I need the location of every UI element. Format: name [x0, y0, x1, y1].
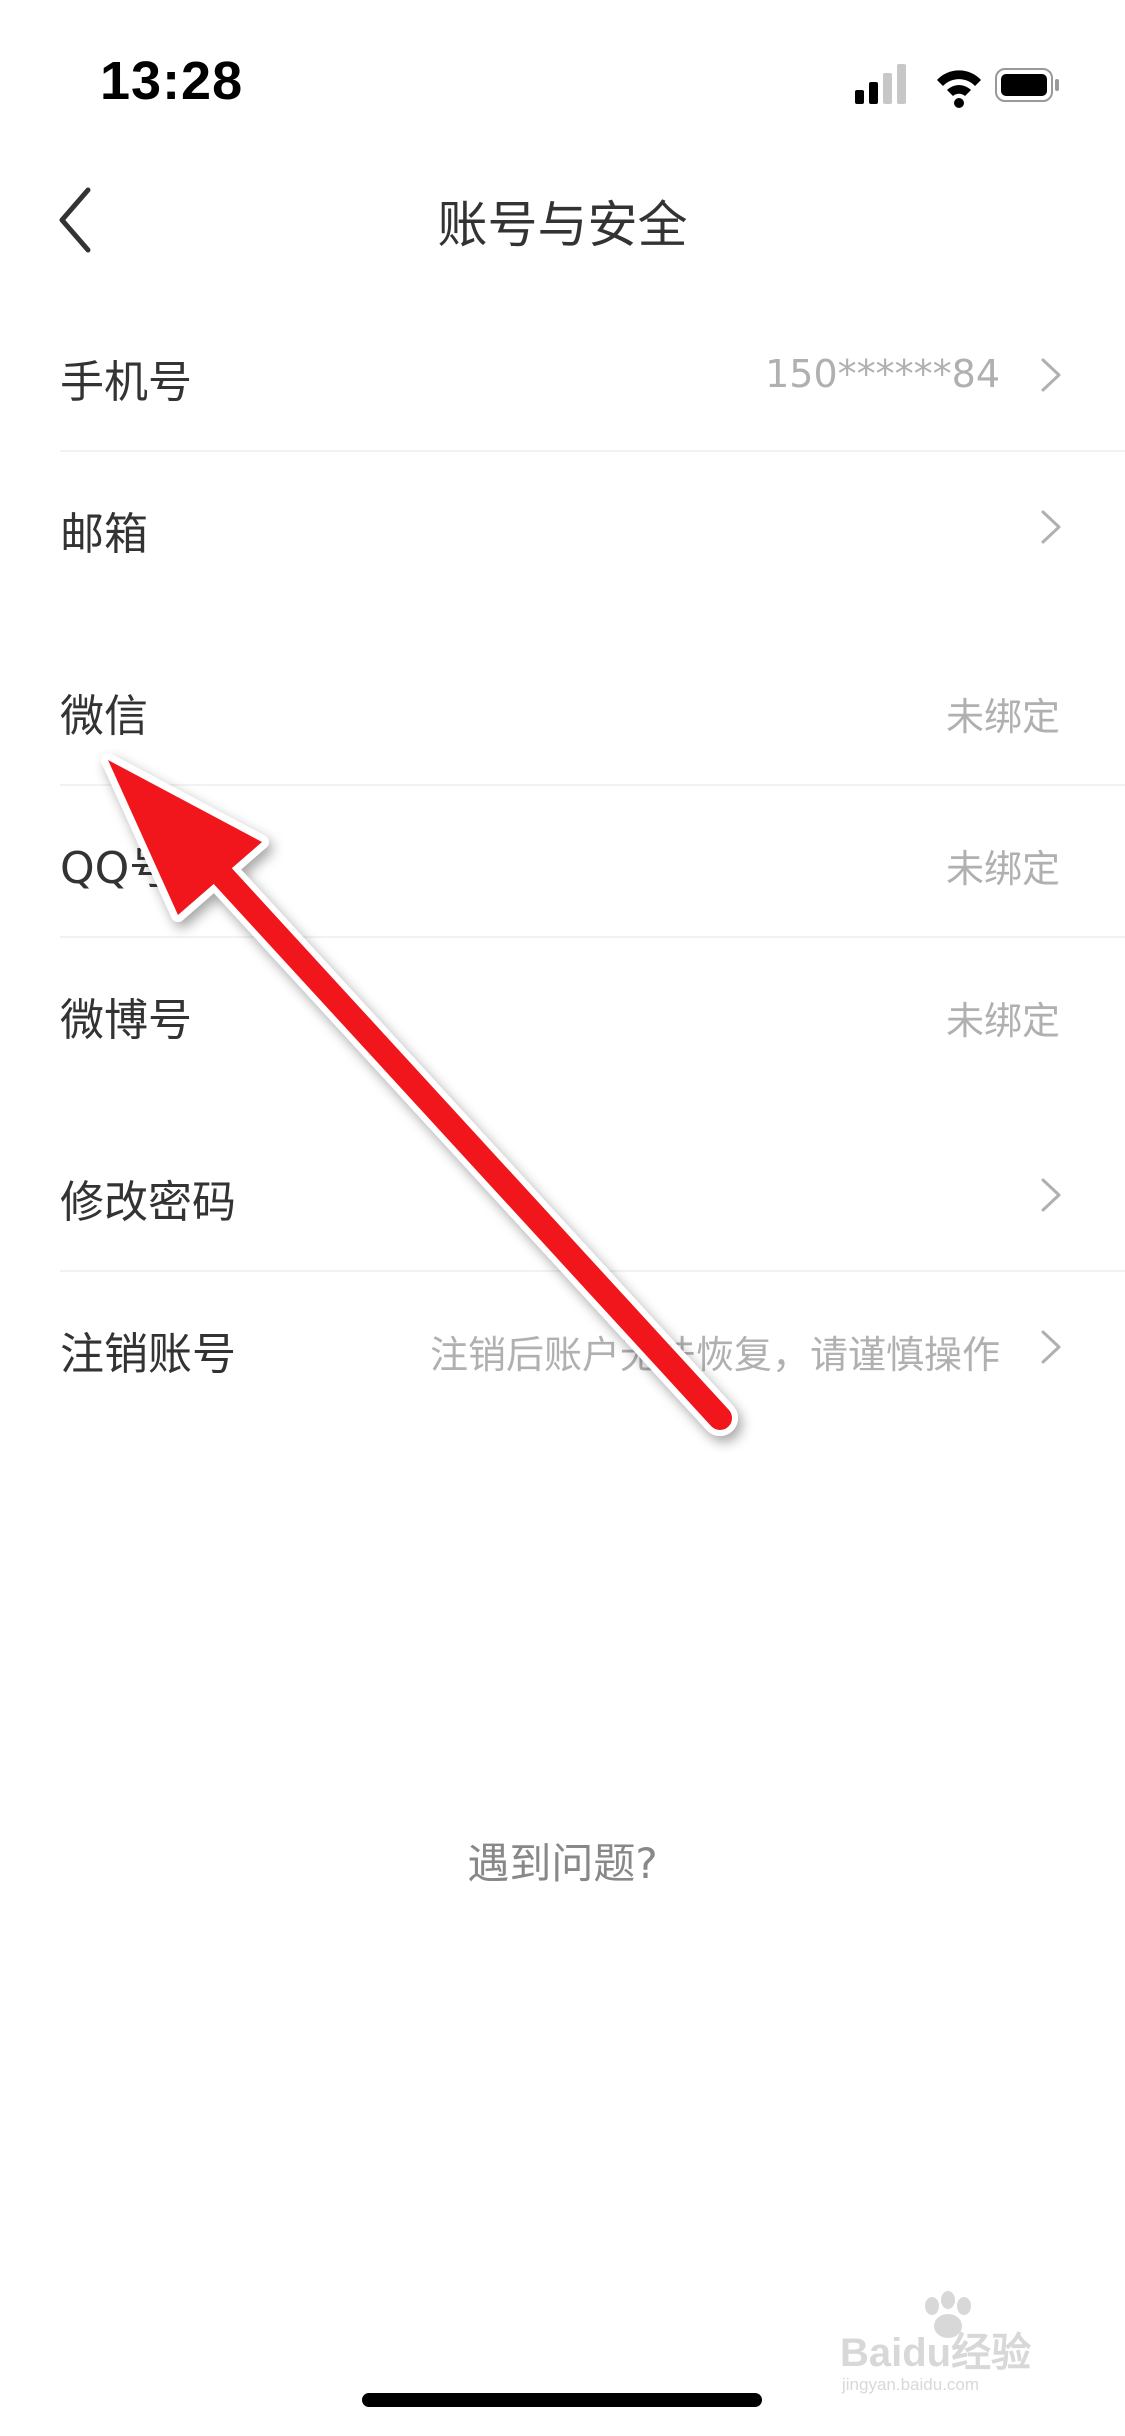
phone-row[interactable]: 手机号 150******84	[60, 300, 1125, 452]
home-indicator	[362, 2393, 762, 2407]
wifi-icon	[937, 70, 981, 108]
watermark-brand: Baidu经验	[840, 2331, 1031, 2375]
page-title: 账号与安全	[437, 196, 688, 254]
phone-label: 手机号	[60, 357, 192, 408]
email-row[interactable]: 邮箱	[60, 452, 1125, 602]
group-divider	[0, 1088, 1125, 1120]
status-time: 13:28	[100, 51, 244, 111]
group-divider	[0, 602, 1125, 634]
cancel-account-hint: 注销后账户无法恢复，请谨慎操作	[429, 1333, 1000, 1377]
weibo-label: 微博号	[60, 995, 192, 1046]
wechat-label: 微信	[60, 691, 148, 742]
qq-status: 未绑定	[945, 847, 1060, 891]
weibo-status: 未绑定	[945, 999, 1060, 1043]
chevron-right-icon	[1041, 358, 1061, 392]
weibo-row[interactable]: 微博号 未绑定	[60, 938, 1125, 1088]
change-password-label: 修改密码	[60, 1177, 236, 1228]
change-password-row[interactable]: 修改密码	[60, 1120, 1125, 1272]
chevron-right-icon	[1041, 1178, 1061, 1212]
chevron-right-icon	[1041, 1330, 1061, 1364]
cancel-account-label: 注销账号	[60, 1329, 236, 1380]
signal-bars-icon	[855, 64, 906, 104]
baidu-watermark: Baidu经验 jingyan.baidu.com	[840, 2291, 1031, 2394]
status-icons	[855, 64, 1059, 108]
nav-bar: 账号与安全	[0, 150, 1125, 290]
wechat-status: 未绑定	[945, 695, 1060, 739]
watermark-url: jingyan.baidu.com	[841, 2375, 979, 2394]
phone-value: 150******84	[765, 352, 1000, 396]
settings-list: 手机号 150******84 邮箱 微信 未绑定 QQ号 未绑定 微博号 未绑…	[0, 300, 1125, 1422]
wechat-row[interactable]: 微信 未绑定	[60, 634, 1125, 786]
help-link[interactable]: 遇到问题?	[0, 1830, 1125, 1891]
status-bar: 13:28	[0, 0, 1125, 150]
email-label: 邮箱	[60, 509, 148, 560]
chevron-right-icon	[1041, 510, 1061, 544]
qq-label: QQ号	[60, 843, 174, 894]
qq-row[interactable]: QQ号 未绑定	[60, 786, 1125, 938]
battery-icon	[995, 68, 1059, 102]
cancel-account-row[interactable]: 注销账号 注销后账户无法恢复，请谨慎操作	[60, 1272, 1125, 1422]
paw-logo-icon	[925, 2291, 971, 2338]
